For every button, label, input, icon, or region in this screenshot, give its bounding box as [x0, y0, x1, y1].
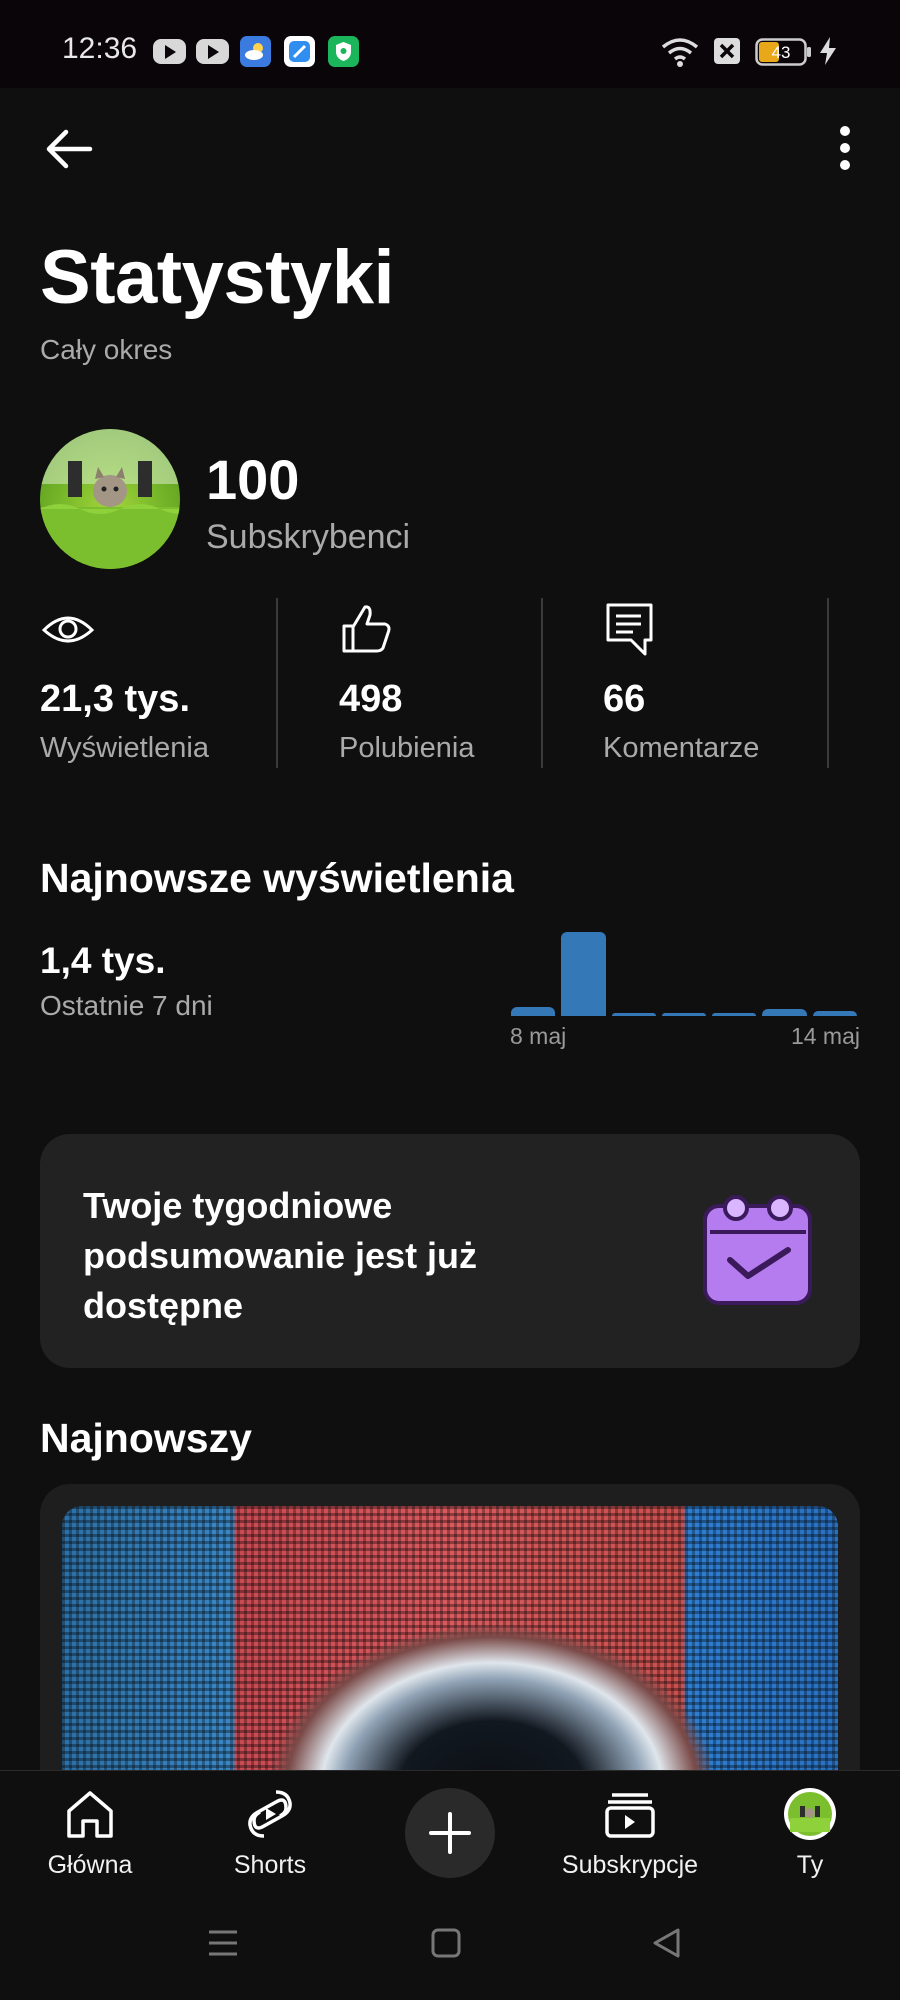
youtube-notification-icon — [153, 39, 186, 64]
period-label: Cały okres — [40, 334, 173, 365]
battery-icon: 43 — [755, 38, 813, 71]
security-app-icon — [328, 36, 359, 67]
latest-section-title: Najnowszy — [40, 1415, 252, 1461]
nav-subscriptions-label: Subskrypcje — [561, 1851, 699, 1879]
plus-icon — [429, 1812, 471, 1854]
system-navigation-bar — [0, 1892, 900, 2000]
home-square-icon[interactable] — [430, 1927, 462, 1959]
subscriptions-icon — [605, 1793, 655, 1838]
views-value: 21,3 tys. — [40, 678, 190, 720]
weather-app-icon — [240, 36, 271, 67]
nav-home[interactable]: Główna — [30, 1771, 150, 1893]
chart-bar — [611, 1012, 656, 1016]
weekly-summary-card[interactable]: Twoje tygodniowe podsumowanie jest już d… — [40, 1134, 860, 1368]
comment-icon — [606, 603, 653, 656]
nav-shorts[interactable]: Shorts — [210, 1771, 330, 1893]
status-bar: 12:36 43 — [0, 0, 900, 88]
divider — [827, 598, 829, 768]
charging-icon — [818, 36, 838, 71]
nav-you-label: Ty — [796, 1851, 824, 1879]
youtube-notification-icon — [196, 39, 229, 64]
home-icon — [67, 1791, 113, 1838]
svg-text:43: 43 — [772, 43, 791, 62]
chart-bar — [561, 931, 606, 1016]
chart-bar — [661, 1012, 707, 1016]
chart-bar — [812, 1010, 857, 1016]
wifi-icon — [660, 36, 700, 73]
status-time: 12:36 — [62, 32, 138, 65]
shorts-icon — [248, 1790, 292, 1838]
create-button[interactable] — [405, 1788, 495, 1878]
recent-views-chart[interactable]: 8 maj 14 maj — [508, 920, 860, 1050]
chart-tick-label: 14 maj — [790, 1023, 860, 1049]
channel-avatar[interactable] — [40, 429, 180, 569]
eye-icon — [41, 616, 95, 643]
profile-avatar-icon — [784, 1788, 836, 1840]
calendar-check-icon — [703, 1195, 812, 1305]
views-label: Wyświetlenia — [40, 732, 209, 764]
divider — [276, 598, 278, 768]
recent-views-value: 1,4 tys. — [40, 940, 166, 981]
comments-label: Komentarze — [603, 732, 760, 764]
page-title: Statystyki — [40, 235, 395, 320]
recent-views-period: Ostatnie 7 dni — [40, 990, 213, 1021]
chart-bar — [511, 1006, 556, 1016]
comments-value: 66 — [603, 678, 646, 720]
subscriber-label: Subskrybenci — [206, 518, 411, 556]
chart-bar — [762, 1008, 807, 1016]
weekly-summary-text: Twoje tygodniowe podsumowanie jest już d… — [83, 1185, 478, 1326]
bottom-nav: Główna Shorts Subskrypcje Ty — [0, 1770, 900, 1892]
no-sim-icon — [712, 36, 742, 71]
video-thumbnail[interactable] — [62, 1506, 838, 1784]
browser-app-icon — [284, 36, 315, 67]
latest-video-card[interactable] — [40, 1484, 860, 1784]
recents-menu-icon[interactable] — [206, 1926, 240, 1960]
likes-label: Polubienia — [339, 732, 475, 764]
subscriber-count: 100 — [206, 448, 300, 511]
likes-value: 498 — [339, 678, 403, 720]
back-button[interactable] — [38, 118, 102, 182]
nav-shorts-label: Shorts — [233, 1851, 307, 1879]
nav-home-label: Główna — [47, 1851, 133, 1879]
recent-views-title: Najnowsze wyświetlenia — [40, 855, 514, 901]
more-options-button[interactable] — [820, 118, 870, 182]
chart-tick-label: 8 maj — [510, 1023, 567, 1049]
divider — [541, 598, 543, 768]
thumbs-up-icon — [342, 605, 391, 653]
nav-subscriptions[interactable]: Subskrypcje — [550, 1771, 710, 1893]
chart-bar — [712, 1012, 757, 1016]
arrow-left-icon — [46, 129, 93, 169]
nav-you[interactable]: Ty — [760, 1771, 860, 1893]
back-triangle-icon[interactable] — [650, 1926, 684, 1960]
more-vertical-icon — [840, 126, 850, 170]
